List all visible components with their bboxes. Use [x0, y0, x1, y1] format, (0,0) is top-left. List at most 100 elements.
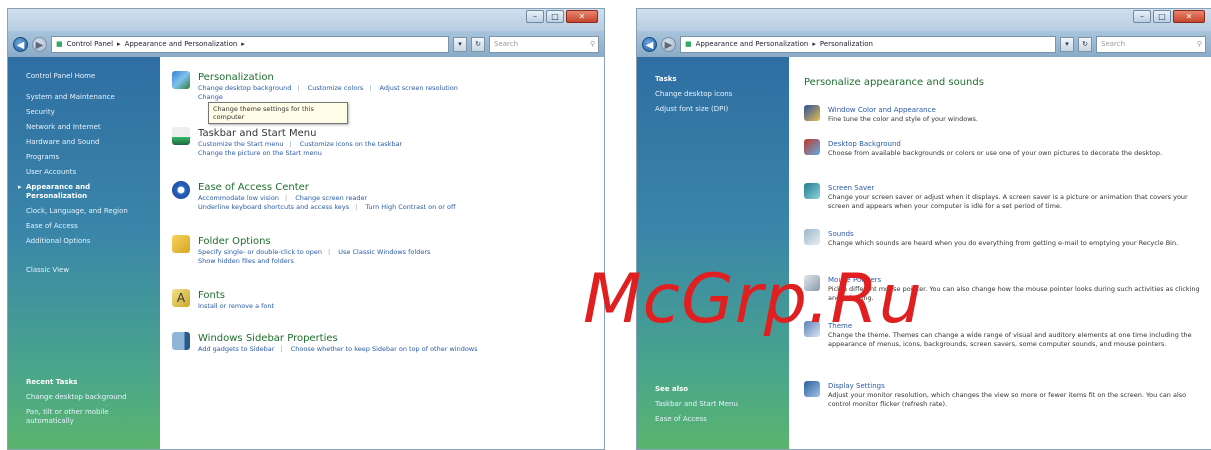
- folder-icon: [172, 235, 190, 253]
- link-adjust-screen-resolution[interactable]: Adjust screen resolution: [380, 84, 458, 92]
- nav-ease-of-access[interactable]: Ease of Access: [8, 219, 160, 234]
- link-install-font[interactable]: Install or remove a font: [198, 302, 274, 310]
- dropdown-icon[interactable]: ▾: [1060, 36, 1074, 52]
- close-button[interactable]: ✕: [566, 10, 598, 23]
- link-customize-taskbar-icons[interactable]: Customize icons on the taskbar: [300, 140, 402, 148]
- nav-control-panel-home[interactable]: Control Panel Home: [8, 69, 160, 84]
- recent-tasks-header: Recent Tasks: [26, 378, 78, 386]
- link-add-gadgets[interactable]: Add gadgets to Sidebar: [198, 345, 274, 353]
- maximize-button[interactable]: □: [1153, 10, 1171, 23]
- display-icon: [804, 381, 820, 397]
- breadcrumb-current[interactable]: Personalization: [820, 37, 873, 52]
- see-also-ease-of-access[interactable]: Ease of Access: [637, 412, 789, 427]
- screen-saver-icon: [804, 183, 820, 199]
- recent-task-item[interactable]: Change desktop background: [8, 390, 160, 405]
- nav-hardware-sound[interactable]: Hardware and Sound: [8, 135, 160, 150]
- link-single-double-click[interactable]: Specify single- or double-click to open: [198, 248, 322, 256]
- nav-additional-options[interactable]: Additional Options: [8, 234, 160, 249]
- task-adjust-font-size[interactable]: Adjust font size (DPI): [637, 102, 789, 117]
- breadcrumb-root[interactable]: Control Panel: [67, 37, 113, 52]
- window-color-icon: [804, 105, 820, 121]
- chevron-right-icon: ▸: [117, 39, 121, 48]
- see-also-taskbar[interactable]: Taskbar and Start Menu: [637, 397, 789, 412]
- control-panel-icon: ■: [56, 39, 63, 48]
- link-classic-folders[interactable]: Use Classic Windows folders: [338, 248, 430, 256]
- category-title[interactable]: Personalization: [198, 71, 464, 84]
- address-bar-row: ◀ ▶ ■ Appearance and Personalization ▸ P…: [637, 31, 1211, 57]
- forward-icon[interactable]: ▶: [32, 36, 47, 52]
- category-title[interactable]: Fonts: [198, 289, 280, 302]
- search-input[interactable]: Search ⚲: [1096, 35, 1206, 53]
- item-title[interactable]: Display Settings: [828, 381, 1209, 391]
- link-accommodate-low-vision[interactable]: Accommodate low vision: [198, 194, 279, 202]
- minimize-button[interactable]: –: [526, 10, 544, 23]
- personalization-window: – □ ✕ ◀ ▶ ■ Appearance and Personalizati…: [636, 8, 1211, 450]
- category-sidebar: Windows Sidebar Properties Add gadgets t…: [172, 332, 484, 354]
- title-bar: – □ ✕: [8, 9, 604, 31]
- nav-user-accounts[interactable]: User Accounts: [8, 165, 160, 180]
- link-change-screen-reader[interactable]: Change screen reader: [295, 194, 367, 202]
- fonts-icon: A: [172, 289, 190, 307]
- title-bar: – □ ✕: [637, 9, 1211, 31]
- main-content: Personalize appearance and sounds Window…: [789, 57, 1211, 449]
- nav-system-maintenance[interactable]: System and Maintenance: [8, 90, 160, 105]
- navigation-pane: Control Panel Home System and Maintenanc…: [8, 57, 160, 449]
- link-change-theme[interactable]: Change: [198, 93, 223, 101]
- search-input[interactable]: Search ⚲: [489, 35, 599, 53]
- search-icon: ⚲: [1196, 39, 1202, 48]
- recent-task-item[interactable]: Pan, tilt or other mobile automatically: [8, 405, 128, 429]
- link-show-hidden-files[interactable]: Show hidden files and folders: [198, 257, 294, 265]
- link-underline-shortcuts[interactable]: Underline keyboard shortcuts and access …: [198, 203, 349, 211]
- category-title[interactable]: Taskbar and Start Menu: [198, 127, 408, 140]
- back-icon[interactable]: ◀: [13, 36, 28, 52]
- search-placeholder: Search: [1101, 39, 1126, 48]
- item-sounds: Sounds Change which sounds are heard when…: [804, 229, 1209, 248]
- maximize-button[interactable]: □: [546, 10, 564, 23]
- task-change-desktop-icons[interactable]: Change desktop icons: [637, 87, 789, 102]
- address-field[interactable]: ■ Control Panel ▸ Appearance and Persona…: [51, 35, 449, 53]
- taskbar-icon: [172, 127, 190, 145]
- category-title[interactable]: Windows Sidebar Properties: [198, 332, 484, 345]
- tasks-header: Tasks: [655, 75, 677, 83]
- see-also-header: See also: [655, 385, 689, 393]
- forward-icon[interactable]: ▶: [661, 36, 676, 52]
- main-content: Personalization Change desktop backgroun…: [160, 57, 604, 449]
- refresh-icon[interactable]: ↻: [1078, 36, 1092, 52]
- category-taskbar: Taskbar and Start Menu Customize the Sta…: [172, 127, 408, 158]
- link-change-desktop-background[interactable]: Change desktop background: [198, 84, 291, 92]
- sidebar-icon: [172, 332, 190, 350]
- category-title[interactable]: Ease of Access Center: [198, 181, 461, 194]
- nav-clock-language[interactable]: Clock, Language, and Region: [8, 204, 160, 219]
- item-description: Choose from available backgrounds or col…: [828, 149, 1163, 157]
- back-icon[interactable]: ◀: [642, 36, 657, 52]
- personalization-icon: [172, 71, 190, 89]
- link-high-contrast[interactable]: Turn High Contrast on or off: [365, 203, 455, 211]
- item-title[interactable]: Screen Saver: [828, 183, 1209, 193]
- item-title[interactable]: Desktop Background: [828, 139, 1162, 149]
- breadcrumb-current[interactable]: Appearance and Personalization: [125, 37, 238, 52]
- nav-classic-view[interactable]: Classic View: [8, 263, 160, 278]
- refresh-icon[interactable]: ↻: [471, 36, 485, 52]
- item-title[interactable]: Window Color and Appearance: [828, 105, 978, 115]
- link-customize-colors[interactable]: Customize colors: [308, 84, 364, 92]
- address-bar-row: ◀ ▶ ■ Control Panel ▸ Appearance and Per…: [8, 31, 604, 57]
- desktop-background-icon: [804, 139, 820, 155]
- category-title[interactable]: Folder Options: [198, 235, 436, 248]
- address-field[interactable]: ■ Appearance and Personalization ▸ Perso…: [680, 35, 1056, 53]
- nav-programs[interactable]: Programs: [8, 150, 160, 165]
- close-button[interactable]: ✕: [1173, 10, 1205, 23]
- item-description: Change your screen saver or adjust when …: [828, 193, 1188, 210]
- tooltip: Change theme settings for this computer: [208, 102, 348, 124]
- item-screen-saver: Screen Saver Change your screen saver or …: [804, 183, 1209, 211]
- minimize-button[interactable]: –: [1133, 10, 1151, 23]
- nav-network[interactable]: Network and Internet: [8, 120, 160, 135]
- link-sidebar-on-top[interactable]: Choose whether to keep Sidebar on top of…: [291, 345, 478, 353]
- link-change-start-picture[interactable]: Change the picture on the Start menu: [198, 149, 322, 157]
- page-title: Personalize appearance and sounds: [804, 77, 984, 88]
- item-title[interactable]: Sounds: [828, 229, 1178, 239]
- link-customize-start-menu[interactable]: Customize the Start menu: [198, 140, 283, 148]
- nav-appearance[interactable]: Appearance and Personalization: [8, 180, 118, 204]
- dropdown-icon[interactable]: ▾: [453, 36, 467, 52]
- nav-security[interactable]: Security: [8, 105, 160, 120]
- breadcrumb-root[interactable]: Appearance and Personalization: [696, 37, 809, 52]
